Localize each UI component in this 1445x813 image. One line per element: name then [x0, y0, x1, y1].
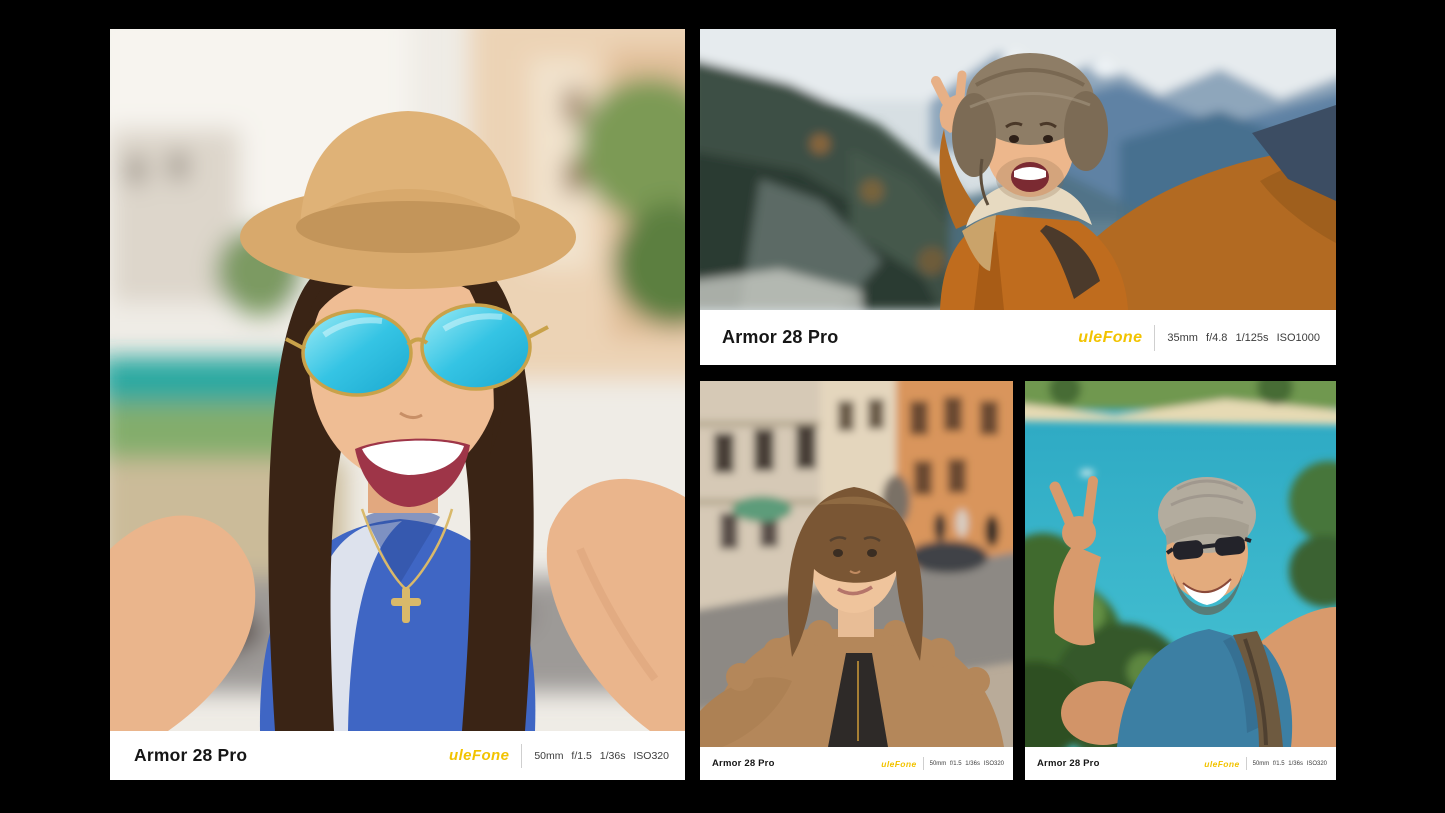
- ulefone-logo: uleFone: [1078, 329, 1142, 347]
- ulefone-logo: uleFone: [1204, 759, 1239, 769]
- info-bar: Armor 28 Pro uleFone 50mm f/1.5 1/36s IS…: [110, 731, 685, 780]
- phone-model-label: Armor 28 Pro: [722, 327, 838, 348]
- camera-specs-label: 50mm f/1.5 1/36s ISO320: [534, 750, 669, 762]
- camera-specs-label: 35mm f/4.8 1/125s ISO1000: [1167, 332, 1320, 344]
- photo-man-mountain-selfie: [700, 29, 1336, 310]
- photo-woman-city-selfie: [110, 29, 685, 731]
- phone-model-label: Armor 28 Pro: [1037, 758, 1100, 769]
- black-background: Armor 28 Pro uleFone 50mm f/1.5 1/36s IS…: [0, 0, 1445, 813]
- sample-photo-card-bottom-right: Armor 28 Pro uleFone 50mm f/1.5 1/36s IS…: [1025, 381, 1336, 780]
- camera-specs-label: 50mm f/1.5 1/36s ISO320: [1253, 761, 1327, 767]
- vertical-divider: [1154, 325, 1155, 351]
- vertical-divider: [1246, 757, 1247, 770]
- info-bar: Armor 28 Pro uleFone 35mm f/4.8 1/125s I…: [700, 310, 1336, 365]
- camera-meta: uleFone 50mm f/1.5 1/36s ISO320: [449, 744, 669, 768]
- woman-city-selfie-illustration: [110, 29, 685, 731]
- phone-model-label: Armor 28 Pro: [712, 758, 775, 769]
- info-bar: Armor 28 Pro uleFone 50mm f/1.5 1/36s IS…: [700, 747, 1013, 780]
- camera-meta: uleFone 50mm f/1.5 1/36s ISO320: [881, 757, 1004, 770]
- sample-photo-card-bottom-middle: Armor 28 Pro uleFone 50mm f/1.5 1/36s IS…: [700, 381, 1013, 780]
- camera-specs-label: 50mm f/1.5 1/36s ISO320: [930, 761, 1004, 767]
- phone-model-label: Armor 28 Pro: [134, 745, 247, 766]
- vertical-divider: [923, 757, 924, 770]
- ulefone-logo: uleFone: [449, 747, 509, 764]
- sample-photo-card-left: Armor 28 Pro uleFone 50mm f/1.5 1/36s IS…: [110, 29, 685, 780]
- vertical-divider: [521, 744, 522, 768]
- man-mountain-selfie-illustration: [700, 29, 1336, 310]
- sample-photo-card-top-right: Armor 28 Pro uleFone 35mm f/4.8 1/125s I…: [700, 29, 1336, 365]
- woman-street-selfie-illustration: [700, 381, 1013, 747]
- photo-woman-street-selfie: [700, 381, 1013, 747]
- photo-man-lake-selfie: [1025, 381, 1336, 747]
- ulefone-logo: uleFone: [881, 759, 916, 769]
- man-lake-selfie-illustration: [1025, 381, 1336, 747]
- camera-meta: uleFone 35mm f/4.8 1/125s ISO1000: [1078, 325, 1320, 351]
- info-bar: Armor 28 Pro uleFone 50mm f/1.5 1/36s IS…: [1025, 747, 1336, 780]
- camera-meta: uleFone 50mm f/1.5 1/36s ISO320: [1204, 757, 1327, 770]
